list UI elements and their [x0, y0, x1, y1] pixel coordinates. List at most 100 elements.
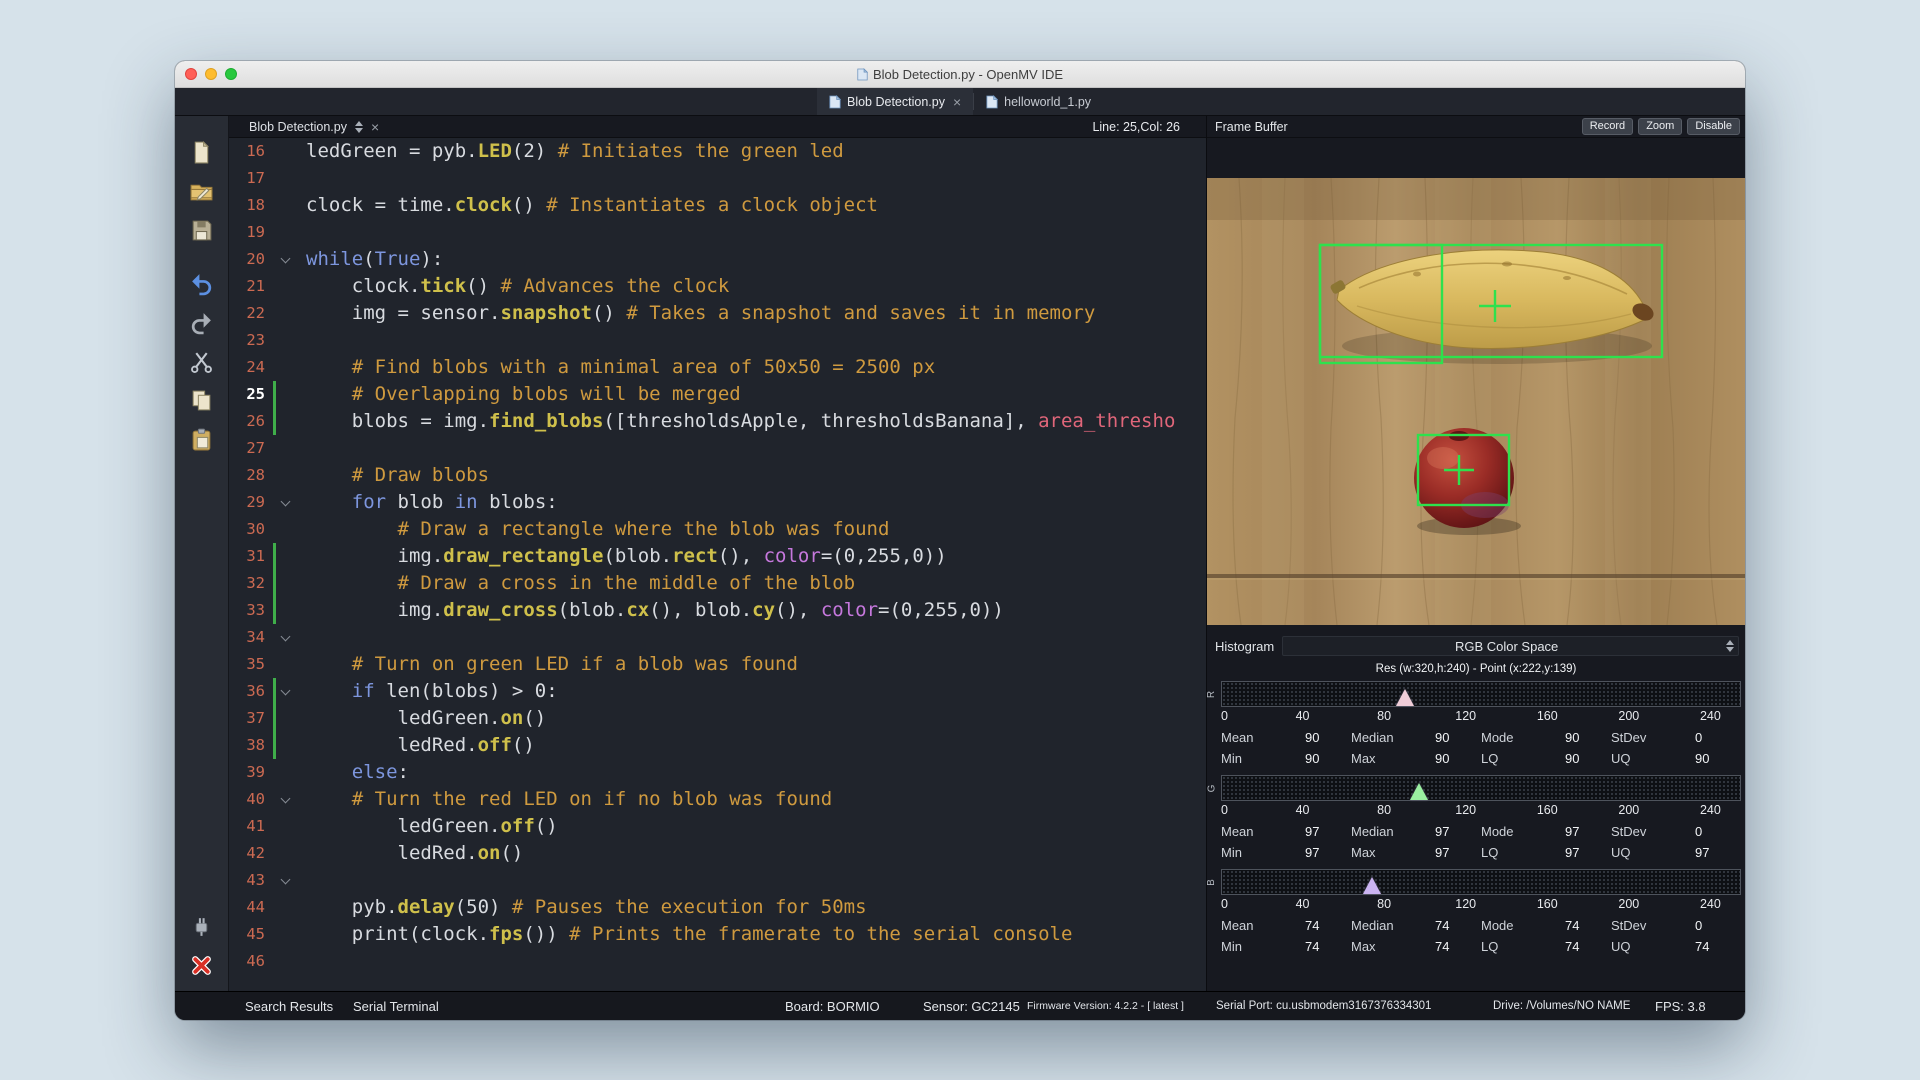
line-number[interactable]: 30: [229, 516, 273, 543]
undo-icon: [189, 271, 214, 296]
titlebar[interactable]: Blob Detection.py - OpenMV IDE: [175, 61, 1745, 88]
code-line[interactable]: 35 # Turn on green LED if a blob was fou…: [229, 651, 1206, 678]
line-number[interactable]: 37: [229, 705, 273, 732]
line-number[interactable]: 38: [229, 732, 273, 759]
colorspace-dropdown[interactable]: RGB Color Space: [1282, 636, 1739, 656]
close-window-button[interactable]: [185, 68, 197, 80]
code-line[interactable]: 38 ledRed.off(): [229, 732, 1206, 759]
code-line[interactable]: 45 print(clock.fps()) # Prints the frame…: [229, 921, 1206, 948]
code-line[interactable]: 36 if len(blobs) > 0:: [229, 678, 1206, 705]
line-number[interactable]: 24: [229, 354, 273, 381]
code-line[interactable]: 40 # Turn the red LED on if no blob was …: [229, 786, 1206, 813]
code-line[interactable]: 16ledGreen = pyb.LED(2) # Initiates the …: [229, 138, 1206, 165]
editor-close-icon[interactable]: ×: [371, 119, 379, 135]
line-number[interactable]: 25: [229, 381, 273, 408]
code-line[interactable]: 23: [229, 327, 1206, 354]
frame-buffer-view[interactable]: [1207, 178, 1745, 625]
code-line[interactable]: 32 # Draw a cross in the middle of the b…: [229, 570, 1206, 597]
fold-icon[interactable]: [276, 624, 294, 651]
line-number[interactable]: 36: [229, 678, 273, 705]
code-line[interactable]: 44 pyb.delay(50) # Pauses the execution …: [229, 894, 1206, 921]
line-number[interactable]: 23: [229, 327, 273, 354]
line-number[interactable]: 26: [229, 408, 273, 435]
line-number[interactable]: 43: [229, 867, 273, 894]
code-editor[interactable]: 16ledGreen = pyb.LED(2) # Initiates the …: [229, 138, 1206, 991]
open-file-button[interactable]: [186, 175, 218, 207]
undo-button[interactable]: [186, 267, 218, 299]
tick-row: 04080120160200240: [1221, 895, 1741, 915]
code-line[interactable]: 41 ledGreen.off(): [229, 813, 1206, 840]
zoom-button[interactable]: Zoom: [1638, 118, 1682, 135]
code-line[interactable]: 42 ledRed.on(): [229, 840, 1206, 867]
code-line[interactable]: 34: [229, 624, 1206, 651]
line-number[interactable]: 18: [229, 192, 273, 219]
save-file-button[interactable]: [186, 214, 218, 246]
status-search-results[interactable]: Search Results: [245, 992, 333, 1020]
line-number[interactable]: 45: [229, 921, 273, 948]
disable-button[interactable]: Disable: [1687, 118, 1740, 135]
line-number[interactable]: 17: [229, 165, 273, 192]
tab-close-icon[interactable]: ×: [953, 96, 961, 108]
record-button[interactable]: Record: [1582, 118, 1633, 135]
fold-icon[interactable]: [276, 678, 294, 705]
code-line[interactable]: 27: [229, 435, 1206, 462]
code-line[interactable]: 39 else:: [229, 759, 1206, 786]
status-serial-terminal[interactable]: Serial Terminal: [353, 992, 439, 1020]
new-file-button[interactable]: [186, 136, 218, 168]
line-number[interactable]: 41: [229, 813, 273, 840]
line-number[interactable]: 39: [229, 759, 273, 786]
fold-icon[interactable]: [276, 246, 294, 273]
line-number[interactable]: 27: [229, 435, 273, 462]
maximize-window-button[interactable]: [225, 68, 237, 80]
code-line[interactable]: 24 # Find blobs with a minimal area of 5…: [229, 354, 1206, 381]
fold-icon[interactable]: [276, 786, 294, 813]
line-number[interactable]: 29: [229, 489, 273, 516]
code-line[interactable]: 33 img.draw_cross(blob.cx(), blob.cy(), …: [229, 597, 1206, 624]
code-line[interactable]: 20while(True):: [229, 246, 1206, 273]
code-line[interactable]: 22 img = sensor.snapshot() # Takes a sna…: [229, 300, 1206, 327]
redo-button[interactable]: [186, 306, 218, 338]
line-number[interactable]: 44: [229, 894, 273, 921]
open-file-dropdown[interactable]: Blob Detection.py: [249, 120, 347, 134]
line-number[interactable]: 46: [229, 948, 273, 975]
line-number[interactable]: 31: [229, 543, 273, 570]
code-line[interactable]: 46: [229, 948, 1206, 975]
code-line[interactable]: 21 clock.tick() # Advances the clock: [229, 273, 1206, 300]
connect-button[interactable]: [186, 910, 218, 942]
status-fps: FPS: 3.8: [1655, 992, 1706, 1020]
file-spinner-icon[interactable]: [355, 121, 363, 133]
code-line[interactable]: 30 # Draw a rectangle where the blob was…: [229, 516, 1206, 543]
line-number[interactable]: 32: [229, 570, 273, 597]
code-line[interactable]: 19: [229, 219, 1206, 246]
line-number[interactable]: 19: [229, 219, 273, 246]
fold-icon[interactable]: [276, 867, 294, 894]
code-line[interactable]: 31 img.draw_rectangle(blob.rect(), color…: [229, 543, 1206, 570]
code-line[interactable]: 29 for blob in blobs:: [229, 489, 1206, 516]
fold-icon[interactable]: [276, 489, 294, 516]
code-line[interactable]: 18clock = time.clock() # Instantiates a …: [229, 192, 1206, 219]
code-line[interactable]: 25 # Overlapping blobs will be merged: [229, 381, 1206, 408]
minimize-window-button[interactable]: [205, 68, 217, 80]
code-line[interactable]: 37 ledGreen.on(): [229, 705, 1206, 732]
code-line[interactable]: 28 # Draw blobs: [229, 462, 1206, 489]
tab-helloworld[interactable]: helloworld_1.py: [974, 88, 1103, 115]
line-number[interactable]: 28: [229, 462, 273, 489]
paste-button[interactable]: [186, 423, 218, 455]
cut-button[interactable]: [186, 345, 218, 377]
line-number[interactable]: 22: [229, 300, 273, 327]
code-line[interactable]: 17: [229, 165, 1206, 192]
copy-button[interactable]: [186, 384, 218, 416]
code-line[interactable]: 43: [229, 867, 1206, 894]
python-file-icon: [986, 95, 998, 109]
line-number[interactable]: 34: [229, 624, 273, 651]
tab-blob-detection[interactable]: Blob Detection.py ×: [817, 88, 973, 115]
line-number[interactable]: 35: [229, 651, 273, 678]
line-number[interactable]: 42: [229, 840, 273, 867]
line-number[interactable]: 40: [229, 786, 273, 813]
line-number[interactable]: 20: [229, 246, 273, 273]
line-number[interactable]: 33: [229, 597, 273, 624]
line-number[interactable]: 16: [229, 138, 273, 165]
line-number[interactable]: 21: [229, 273, 273, 300]
code-line[interactable]: 26 blobs = img.find_blobs([thresholdsApp…: [229, 408, 1206, 435]
stop-button[interactable]: [186, 949, 218, 981]
